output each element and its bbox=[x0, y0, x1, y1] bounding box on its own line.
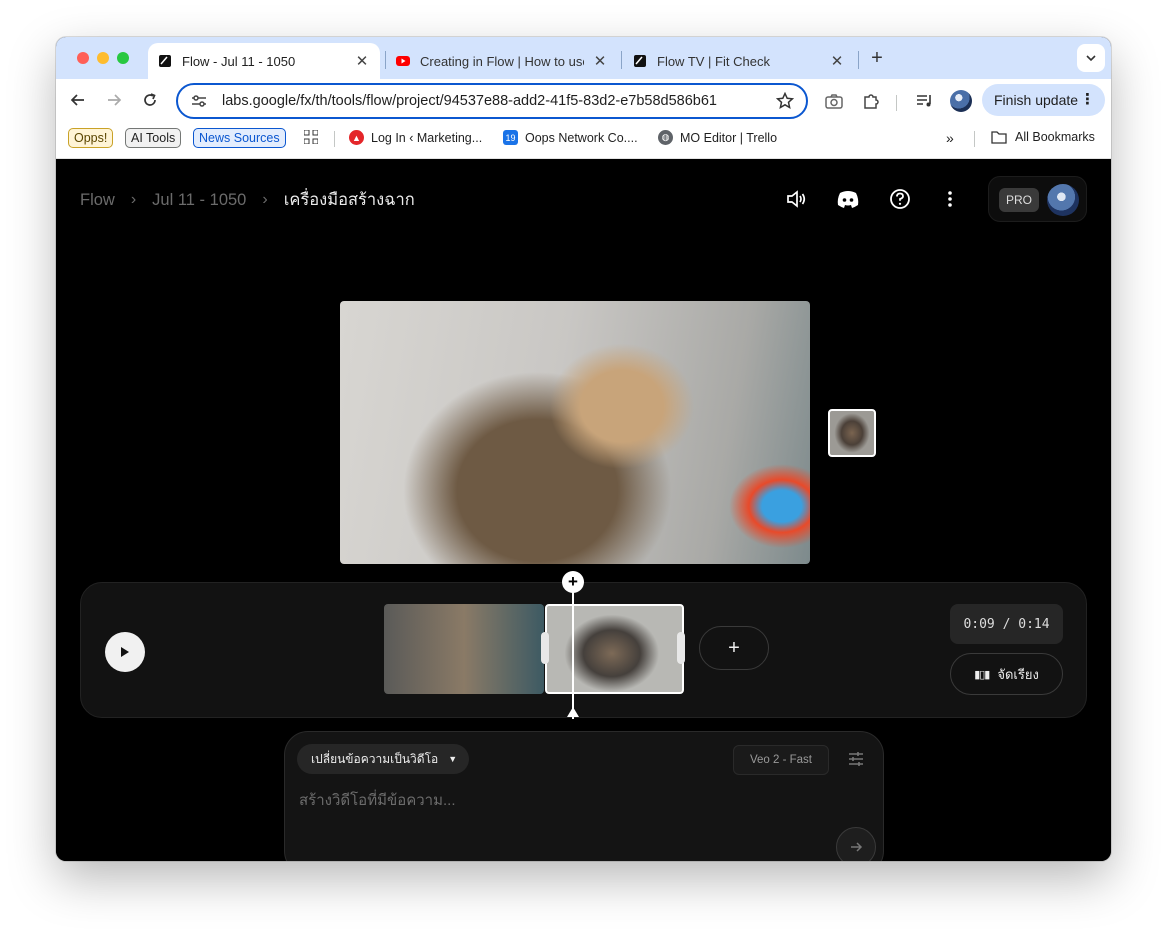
breadcrumb: Flow › Jul 11 - 1050 › เครื่องมือสร้างฉา… bbox=[80, 187, 415, 213]
profile-avatar[interactable] bbox=[950, 90, 972, 112]
bookmark-label: Oops Network Co.... bbox=[525, 130, 638, 145]
tab-close-icon[interactable]: ✕ bbox=[592, 52, 608, 70]
flow-icon bbox=[159, 55, 171, 67]
model-selector[interactable]: Veo 2 - Fast bbox=[733, 745, 830, 775]
forward-button[interactable] bbox=[103, 89, 125, 111]
prompt-input[interactable]: สร้างวิดีโอที่มีข้อความ... bbox=[299, 788, 456, 812]
reload-button[interactable] bbox=[139, 89, 161, 111]
discord-icon[interactable] bbox=[836, 187, 860, 211]
close-window-button[interactable] bbox=[77, 52, 89, 64]
tab-flow-tv[interactable]: Flow TV | Fit Check ✕ bbox=[623, 43, 855, 79]
breadcrumb-current: เครื่องมือสร้างฉาก bbox=[283, 191, 415, 209]
timeline-clip-selected[interactable] bbox=[545, 604, 684, 694]
tab-title: Flow TV | Fit Check bbox=[657, 53, 770, 69]
account-menu[interactable]: PRO bbox=[988, 176, 1087, 222]
scene-thumbnail[interactable] bbox=[828, 409, 876, 457]
all-bookmarks-label: All Bookmarks bbox=[1015, 130, 1095, 144]
volume-icon[interactable] bbox=[784, 187, 808, 211]
scene-preview-image bbox=[340, 301, 810, 564]
trim-handle-right[interactable] bbox=[677, 632, 685, 664]
arrow-left-icon bbox=[70, 94, 84, 106]
arrow-right-icon bbox=[851, 842, 863, 852]
site-settings-icon[interactable] bbox=[190, 94, 208, 108]
tab-title: Flow - Jul 11 - 1050 bbox=[182, 53, 296, 69]
browser-window: Flow - Jul 11 - 1050 ✕ Creating in Flow … bbox=[56, 37, 1111, 861]
send-button[interactable] bbox=[836, 827, 876, 861]
folder-icon bbox=[991, 131, 1007, 144]
scene-timeline: + + 0:09 / 0:14 ▮▯▮ จัดเรียง bbox=[80, 571, 1087, 719]
back-button[interactable] bbox=[67, 89, 89, 111]
settings-sliders-icon[interactable] bbox=[847, 750, 865, 768]
address-bar[interactable]: labs.google/fx/th/tools/flow/project/945… bbox=[176, 83, 808, 119]
arrow-right-icon bbox=[108, 94, 122, 106]
new-tab-button[interactable]: + bbox=[866, 47, 888, 69]
prompt-box: เปลี่ยนข้อความเป็นวิดีโอ ▼ Veo 2 - Fast … bbox=[284, 731, 884, 861]
media-controls-icon[interactable] bbox=[915, 91, 935, 111]
timecode-display: 0:09 / 0:14 bbox=[950, 604, 1063, 644]
bookmarks-bar: Opps! AI Tools News Sources ▲ Log In ‹ M… bbox=[56, 121, 1111, 159]
play-icon bbox=[121, 647, 129, 657]
flow-app: Flow › Jul 11 - 1050 › เครื่องมือสร้างฉา… bbox=[56, 159, 1111, 861]
insert-clip-icon[interactable]: + bbox=[562, 571, 584, 593]
tab-close-icon[interactable]: ✕ bbox=[829, 52, 845, 70]
playhead-marker bbox=[567, 707, 579, 717]
zoom-window-button[interactable] bbox=[117, 52, 129, 64]
breadcrumb-project[interactable]: Jul 11 - 1050 bbox=[152, 191, 246, 210]
bookmark-folder-opps[interactable]: Opps! bbox=[68, 128, 114, 148]
chevron-down-icon bbox=[1086, 55, 1096, 62]
finish-update-button[interactable]: Finish update ⋮ bbox=[982, 84, 1105, 116]
mode-label: เปลี่ยนข้อความเป็นวิดีโอ bbox=[311, 751, 439, 766]
tab-close-icon[interactable]: ✕ bbox=[354, 52, 370, 70]
calendar-icon: 19 bbox=[503, 130, 518, 145]
more-vertical-icon[interactable] bbox=[938, 187, 962, 211]
bookmark-folder-news-sources[interactable]: News Sources bbox=[193, 128, 286, 148]
tab-strip: Flow - Jul 11 - 1050 ✕ Creating in Flow … bbox=[56, 37, 1111, 79]
breadcrumb-flow[interactable]: Flow bbox=[80, 191, 115, 210]
minimize-window-button[interactable] bbox=[97, 52, 109, 64]
globe-icon: ◍ bbox=[658, 130, 673, 145]
more-vertical-icon[interactable]: ⋮ bbox=[1080, 90, 1095, 108]
marketing-icon: ▲ bbox=[349, 130, 364, 145]
tab-creating-in-flow[interactable]: Creating in Flow | How to use ✕ bbox=[386, 43, 618, 79]
mode-dropdown[interactable]: เปลี่ยนข้อความเป็นวิดีโอ ▼ bbox=[297, 744, 470, 774]
help-icon[interactable] bbox=[888, 187, 912, 211]
pro-badge: PRO bbox=[999, 188, 1039, 212]
timeline-clip[interactable] bbox=[384, 604, 544, 694]
tab-flow-project[interactable]: Flow - Jul 11 - 1050 ✕ bbox=[148, 43, 380, 79]
all-bookmarks-button[interactable]: All Bookmarks bbox=[991, 130, 1095, 144]
arrange-button[interactable]: ▮▯▮ จัดเรียง bbox=[950, 653, 1063, 695]
arrange-icon: ▮▯▮ bbox=[974, 668, 990, 681]
flow-icon bbox=[634, 55, 646, 67]
youtube-icon bbox=[396, 56, 410, 66]
chevron-right-icon: › bbox=[262, 191, 268, 208]
extensions-icon[interactable] bbox=[861, 91, 881, 111]
finish-update-label: Finish update bbox=[994, 92, 1079, 108]
bookmark-star-icon[interactable] bbox=[776, 92, 794, 110]
bookmark-mo-editor[interactable]: ◍ MO Editor | Trello bbox=[658, 130, 777, 145]
chevron-right-icon: › bbox=[130, 191, 137, 208]
bookmark-login-marketing[interactable]: ▲ Log In ‹ Marketing... bbox=[349, 130, 482, 145]
apps-grid-icon[interactable] bbox=[304, 130, 318, 144]
bookmark-label: MO Editor | Trello bbox=[680, 130, 778, 145]
playhead[interactable]: + bbox=[562, 571, 584, 719]
trim-handle-left[interactable] bbox=[541, 632, 549, 664]
arrange-label: จัดเรียง bbox=[997, 666, 1039, 682]
reload-icon bbox=[144, 93, 156, 106]
browser-toolbar: labs.google/fx/th/tools/flow/project/945… bbox=[56, 79, 1111, 121]
more-bookmarks-chevron-icon[interactable]: » bbox=[946, 130, 954, 146]
camera-icon[interactable] bbox=[824, 91, 844, 111]
bookmark-oops-network[interactable]: 19 Oops Network Co.... bbox=[503, 130, 638, 145]
caret-down-icon: ▼ bbox=[448, 754, 458, 764]
add-clip-button[interactable]: + bbox=[699, 626, 769, 670]
tab-title: Creating in Flow | How to use bbox=[420, 53, 584, 69]
bookmark-folder-ai-tools[interactable]: AI Tools bbox=[125, 128, 182, 148]
avatar[interactable] bbox=[1047, 184, 1079, 216]
play-button[interactable] bbox=[105, 632, 145, 672]
bookmark-label: Log In ‹ Marketing... bbox=[371, 130, 483, 145]
tab-search-button[interactable] bbox=[1077, 44, 1105, 72]
url-text[interactable]: labs.google/fx/th/tools/flow/project/945… bbox=[222, 93, 776, 109]
